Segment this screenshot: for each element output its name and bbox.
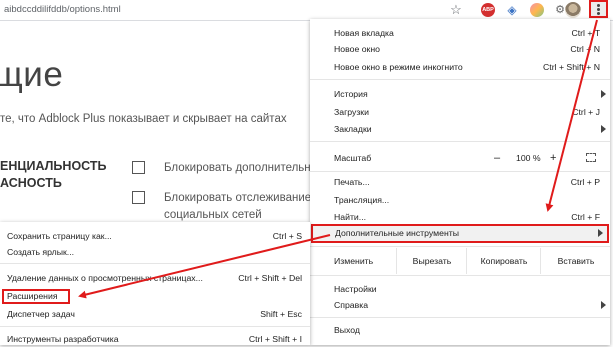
submenu-arrow-icon (601, 90, 606, 98)
menu-item-exit[interactable]: Выход (310, 322, 610, 338)
submenu-arrow-icon (601, 125, 606, 133)
menu-divider (0, 263, 310, 264)
submenu-arrow-icon (598, 229, 603, 237)
menu-item-settings[interactable]: Настройки (310, 281, 610, 297)
submenu-item-shortcut: Ctrl + Shift + Del (238, 273, 302, 283)
menu-divider (310, 317, 610, 318)
address-bar-url[interactable]: aibdccddilifddb/options.html (4, 4, 121, 15)
menu-divider (0, 326, 310, 327)
menu-divider (310, 246, 610, 247)
submenu-item-create-shortcut[interactable]: Создать ярлык... (0, 244, 310, 260)
menu-item-incognito-window[interactable]: Новое окно в режиме инкогнито Ctrl + Shi… (310, 59, 610, 75)
menu-item-label: Справка (334, 300, 369, 310)
menu-item-label: Выход (334, 325, 360, 335)
submenu-arrow-icon (601, 301, 606, 309)
menu-item-label: Дополнительные инструменты (335, 228, 459, 238)
menu-item-cast[interactable]: Трансляция... (310, 192, 610, 208)
cut-button[interactable]: Вырезать (396, 248, 467, 274)
menu-divider (310, 79, 610, 80)
submenu-item-label: Сохранить страницу как... (7, 231, 112, 241)
menu-divider (310, 171, 610, 172)
menu-item-label: Настройки (334, 284, 377, 294)
submenu-item-shortcut: Shift + Esc (260, 309, 302, 319)
menu-item-downloads[interactable]: Загрузки Ctrl + J (310, 104, 610, 120)
submenu-item-clear-browsing-data[interactable]: Удаление данных о просмотренных страница… (0, 270, 310, 286)
menu-item-print[interactable]: Печать... Ctrl + P (310, 174, 610, 190)
option-checkbox[interactable] (132, 161, 145, 174)
menu-item-label: Масштаб (334, 153, 372, 163)
menu-item-label: Новое окно (334, 44, 380, 54)
avatar[interactable] (565, 2, 581, 18)
page-description: те, что Adblock Plus показывает и скрыва… (0, 113, 287, 125)
submenu-item-shortcut: Ctrl + S (272, 231, 302, 241)
menu-item-more-tools[interactable]: Дополнительные инструменты (311, 224, 609, 243)
menu-item-bookmarks[interactable]: Закладки (310, 121, 610, 137)
menu-item-label: Закладки (334, 124, 372, 134)
menu-icon (597, 4, 600, 7)
menu-item-shortcut: Ctrl + Shift + N (543, 62, 600, 72)
copy-button[interactable]: Копировать (466, 248, 541, 274)
menu-item-shortcut: Ctrl + T (571, 28, 600, 38)
menu-item-shortcut: Ctrl + J (572, 107, 600, 117)
chrome-main-menu: Новая вкладка Ctrl + T Новое окно Ctrl +… (310, 19, 610, 345)
edit-label: Изменить (334, 256, 374, 266)
paste-button[interactable]: Вставить (540, 248, 611, 274)
menu-item-label: Трансляция... (334, 195, 390, 205)
menu-item-label: Новое окно в режиме инкогнито (334, 62, 463, 72)
menu-item-find[interactable]: Найти... Ctrl + F (310, 209, 610, 225)
chrome-menu-button[interactable] (589, 0, 608, 18)
menu-item-label: Новая вкладка (334, 28, 394, 38)
menu-item-help[interactable]: Справка (310, 297, 610, 313)
submenu-item-task-manager[interactable]: Диспетчер задач Shift + Esc (0, 306, 310, 322)
menu-divider (310, 275, 610, 276)
submenu-item-save-page[interactable]: Сохранить страницу как... Ctrl + S (0, 228, 310, 244)
section-title: ЕНЦИАЛЬНОСТЬ АСНОСТЬ (0, 159, 107, 190)
page-title: щие (0, 55, 64, 94)
bookmark-star-icon[interactable]: ☆ (449, 3, 463, 17)
submenu-item-label: Диспетчер задач (7, 309, 75, 319)
menu-item-shortcut: Ctrl + N (570, 44, 600, 54)
extension-icon[interactable]: ◈ (505, 3, 519, 17)
option-label: Блокировать дополнительн (164, 162, 311, 174)
menu-divider (310, 141, 610, 142)
menu-item-new-tab[interactable]: Новая вкладка Ctrl + T (310, 25, 610, 41)
zoom-out-button[interactable]: – (494, 150, 500, 166)
menu-item-shortcut: Ctrl + F (571, 212, 600, 222)
submenu-item-label: Расширения (7, 291, 58, 301)
adblock-plus-icon[interactable]: ABP (481, 3, 495, 17)
zoom-level: 100 % (516, 153, 541, 163)
menu-item-shortcut: Ctrl + P (570, 177, 600, 187)
menu-item-label: Найти... (334, 212, 367, 222)
fullscreen-icon[interactable] (586, 153, 596, 162)
menu-item-label: Печать... (334, 177, 370, 187)
option-checkbox[interactable] (132, 191, 145, 204)
edit-row: Изменить Вырезать Копировать Вставить (310, 248, 610, 274)
option-label: Блокировать отслеживание социальных сете… (164, 192, 312, 221)
menu-item-zoom: Масштаб – 100 % + (310, 150, 610, 166)
browser-toolbar: aibdccddilifddb/options.html ☆ ABP ◈ ⚙ (0, 0, 613, 21)
submenu-item-label: Удаление данных о просмотренных страница… (7, 273, 203, 283)
submenu-item-label: Создать ярлык... (7, 247, 75, 257)
menu-item-label: Загрузки (334, 107, 369, 117)
colorful-extension-icon[interactable] (530, 3, 544, 17)
submenu-item-extensions[interactable]: Расширения (2, 289, 70, 304)
menu-item-label: История (334, 89, 368, 99)
menu-item-history[interactable]: История (310, 86, 610, 102)
menu-item-new-window[interactable]: Новое окно Ctrl + N (310, 41, 610, 57)
more-tools-submenu: Сохранить страницу как... Ctrl + S Созда… (0, 222, 310, 345)
zoom-in-button[interactable]: + (550, 150, 556, 166)
